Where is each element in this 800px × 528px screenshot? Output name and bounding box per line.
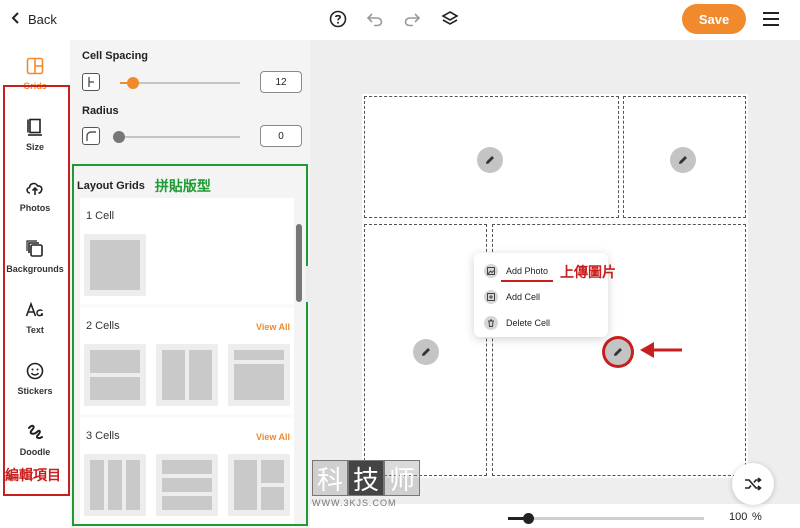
radius-title: Radius (82, 105, 119, 117)
tools-caption: 編輯項目 (5, 467, 61, 483)
photo-icon (484, 264, 498, 278)
cell-spacing-title: Cell Spacing (82, 50, 149, 62)
shuffle-button[interactable] (732, 463, 774, 505)
sidebar-item-label: Stickers (17, 386, 53, 396)
grid-section-label: 2 Cells (86, 320, 120, 332)
radius-slider[interactable] (113, 131, 125, 143)
edit-cell-button[interactable] (413, 339, 439, 365)
grid-section-3-cells: 3 Cells View All (80, 418, 294, 524)
pencil-icon (422, 348, 430, 356)
view-all-link[interactable]: View All (256, 432, 290, 442)
undo-icon[interactable] (365, 9, 385, 29)
text-icon (25, 300, 45, 320)
zoom-track (508, 517, 704, 520)
layout-thumb-2-cells-header[interactable] (228, 344, 290, 406)
shuffle-icon (745, 477, 762, 491)
doodle-icon (25, 422, 45, 442)
sidebar-item-size[interactable]: Size (4, 111, 66, 161)
edit-cell-button-active[interactable] (605, 339, 631, 365)
backgrounds-icon (25, 239, 45, 259)
grid-section-label: 3 Cells (86, 430, 120, 442)
sidebar-item-label: Grids (23, 81, 47, 91)
watermark-url: WWW.3KJS.COM (312, 498, 397, 508)
cell-spacing-slider[interactable] (127, 77, 139, 89)
add-cell-icon (484, 290, 498, 304)
zoom-value: 100 (729, 511, 748, 523)
layout-grids-title: Layout Grids (77, 180, 145, 192)
zoom-unit: % (752, 511, 762, 523)
layout-grids-caption: 拼貼版型 (154, 178, 211, 194)
sidebar-item-photos[interactable]: Photos (4, 172, 66, 222)
top-bar: Back Save (0, 0, 800, 40)
cell-spacing-input[interactable]: 12 (260, 71, 302, 93)
add-cell-menu-item[interactable]: Add Cell (484, 290, 540, 304)
layout-thumb-1-cell[interactable] (84, 234, 146, 296)
trash-icon (484, 316, 498, 330)
red-arrow-icon (640, 342, 682, 358)
grid-section-1-cell: 1 Cell (80, 198, 294, 304)
grid-icon (25, 56, 45, 76)
sidebar-item-label: Backgrounds (6, 264, 64, 274)
pencil-icon (614, 348, 622, 356)
cell-spacing-icon (82, 73, 100, 91)
radius-input[interactable]: 0 (260, 125, 302, 147)
watermark-char: 师 (384, 460, 420, 496)
sidebar-item-backgrounds[interactable]: Backgrounds (4, 233, 66, 283)
layout-thumb-3-cells-mixed[interactable] (228, 454, 290, 516)
sidebar-item-label: Doodle (19, 447, 51, 457)
save-button[interactable]: Save (682, 4, 746, 34)
tool-sidebar: Grids Size Photos Backgrounds Text Stick… (0, 40, 70, 518)
layout-thumb-3-cells-rows[interactable] (156, 454, 218, 516)
sidebar-item-doodle[interactable]: Doodle (4, 416, 66, 466)
size-icon (25, 117, 45, 137)
sidebar-item-label: Size (25, 142, 44, 152)
upload-cloud-icon (25, 178, 45, 198)
back-label: Back (28, 12, 57, 27)
chevron-left-icon (10, 11, 22, 28)
layout-thumb-3-cells-columns[interactable] (84, 454, 146, 516)
settings-panel: Cell Spacing 12 Radius 0 Layout Grids 拼貼… (70, 40, 310, 528)
upload-photo-caption: 上傳圖片 (560, 264, 616, 280)
sidebar-item-grids[interactable]: Grids (4, 50, 66, 100)
radius-track (120, 136, 240, 138)
layout-grid-list[interactable]: 1 Cell 2 Cells View All 3 Cells View All (80, 198, 294, 524)
grid-section-label: 1 Cell (86, 210, 115, 222)
layers-icon[interactable] (440, 9, 460, 29)
watermark: 科 技 师 WWW.3KJS.COM (312, 460, 420, 508)
sidebar-item-label: Text (26, 325, 44, 335)
pencil-icon (679, 156, 687, 164)
watermark-char: 技 (348, 460, 384, 496)
delete-cell-menu-item[interactable]: Delete Cell (484, 316, 550, 330)
back-button[interactable]: Back (10, 11, 57, 28)
edit-cell-button[interactable] (477, 147, 503, 173)
sidebar-item-stickers[interactable]: Stickers (4, 355, 66, 405)
zoom-slider[interactable] (522, 513, 534, 524)
layout-thumb-2-cells-vertical[interactable] (156, 344, 218, 406)
edit-cell-button[interactable] (670, 147, 696, 173)
pencil-icon (486, 156, 494, 164)
radius-icon (82, 127, 100, 145)
sidebar-item-text[interactable]: Text (4, 294, 66, 344)
add-photo-menu-item[interactable]: Add Photo (484, 264, 548, 278)
menu-icon[interactable] (763, 12, 779, 26)
grid-section-2-cells: 2 Cells View All (80, 308, 294, 414)
menu-item-label: Add Photo (506, 266, 549, 276)
layout-grids-section: Layout Grids 拼貼版型 1 Cell 2 Cells View Al… (72, 164, 308, 526)
view-all-link[interactable]: View All (256, 322, 290, 332)
help-icon[interactable] (328, 9, 348, 29)
grid-list-scrollbar[interactable] (296, 198, 302, 524)
sidebar-item-label: Photos (19, 203, 51, 213)
layout-thumb-2-cells-horizontal[interactable] (84, 344, 146, 406)
smiley-icon (25, 361, 45, 381)
watermark-char: 科 (312, 460, 348, 496)
redo-icon[interactable] (402, 9, 422, 29)
menu-item-label: Delete Cell (506, 318, 551, 328)
add-photo-underline (501, 280, 553, 282)
menu-item-label: Add Cell (506, 292, 541, 302)
